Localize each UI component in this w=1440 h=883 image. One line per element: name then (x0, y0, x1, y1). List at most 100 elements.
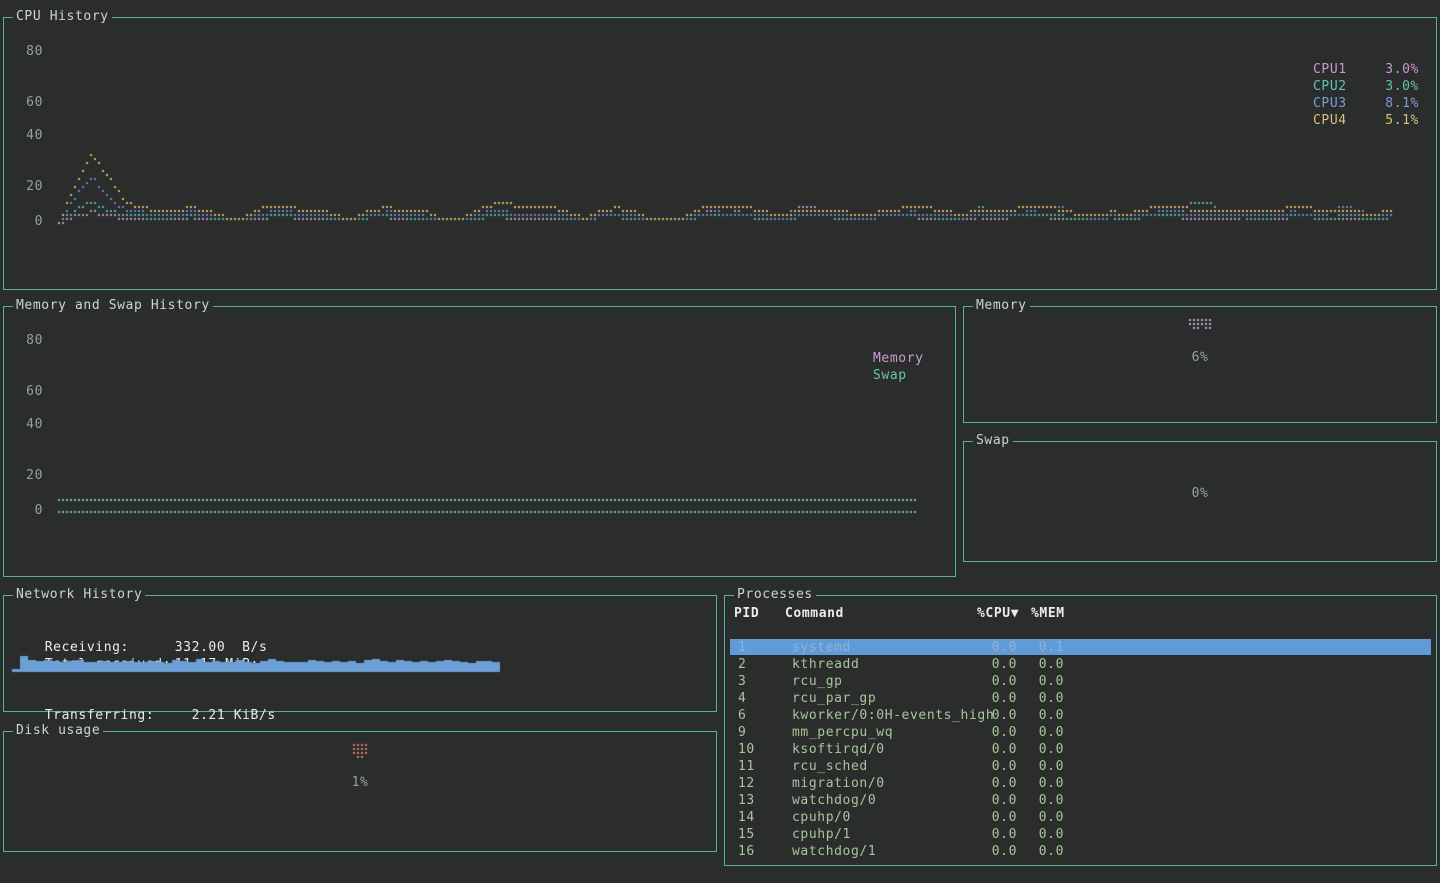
process-pid: 12 (738, 775, 755, 792)
process-cpu: 0.0 (977, 792, 1017, 809)
memswap-history-tick-40: 40 (17, 417, 43, 433)
memory-gauge-panel: Memory 6% (963, 306, 1437, 423)
column-header-mem[interactable]: %MEM (1031, 605, 1064, 622)
process-command: kthreadd (792, 656, 859, 673)
process-command: cpuhp/0 (792, 809, 851, 826)
cpu-history-tick-80: 80 (17, 44, 43, 60)
process-row-systemd[interactable]: 1 systemd 0.0 0.1 (725, 639, 1436, 656)
process-mem: 0.0 (1031, 707, 1064, 724)
process-command: systemd (792, 639, 851, 656)
network-transferring-label: Transferring: (45, 707, 175, 724)
process-command: ksoftirqd/0 (792, 741, 885, 758)
process-command: rcu_gp (792, 673, 843, 690)
process-row-ksoftirqd/0[interactable]: 10 ksoftirqd/0 0.0 0.0 (725, 741, 1436, 758)
column-header-pid[interactable]: PID (734, 605, 759, 622)
process-mem: 0.0 (1031, 741, 1064, 758)
disk-usage-percent: 1% (4, 775, 716, 791)
process-row-rcu_sched[interactable]: 11 rcu_sched 0.0 0.0 (725, 758, 1436, 775)
memswap-history-tick-60: 60 (17, 384, 43, 400)
process-pid: 15 (738, 826, 755, 843)
network-transferring-value: 2.21 KiB/s (175, 708, 276, 723)
cpu-history-panel: CPU History 806040200 CPU13.0%CPU23.0%CP… (3, 17, 1437, 290)
process-cpu: 0.0 (977, 639, 1017, 656)
memswap-legend-item-swap: Swap (873, 368, 924, 385)
process-mem: 0.1 (1031, 639, 1064, 656)
memswap-history-chart (4, 307, 955, 576)
process-mem: 0.0 (1031, 724, 1064, 741)
process-command: rcu_par_gp (792, 690, 876, 707)
process-mem: 0.0 (1031, 690, 1064, 707)
process-row-watchdog/0[interactable]: 13watchdog/00.00.0 (725, 792, 1436, 809)
column-header-cpu-sorted[interactable]: %CPU▼ (977, 605, 1017, 622)
process-pid: 3 (738, 673, 746, 690)
process-command: rcu_sched (792, 758, 868, 775)
process-pid: 4 (738, 690, 746, 707)
column-header-command[interactable]: Command (785, 605, 844, 622)
process-pid: 1 (738, 639, 746, 656)
process-command: watchdog/0 (792, 792, 876, 809)
cpu-history-chart (4, 18, 1436, 289)
cpu-history-tick-40: 40 (17, 128, 43, 144)
cpu-history-tick-0: 0 (17, 214, 43, 230)
process-mem: 0.0 (1031, 826, 1064, 843)
process-row-mm_percpu_wq[interactable]: 9 mm_percpu_wq 0.0 0.0 (725, 724, 1436, 741)
memswap-history-tick-80: 80 (17, 333, 43, 349)
process-mem: 0.0 (1031, 758, 1064, 775)
process-cpu: 0.0 (977, 741, 1017, 758)
memswap-history-panel: Memory and Swap History 806040200 Memory… (3, 306, 956, 577)
process-pid: 9 (738, 724, 746, 741)
process-mem: 0.0 (1031, 792, 1064, 809)
process-cpu: 0.0 (977, 775, 1017, 792)
process-cpu: 0.0 (977, 758, 1017, 775)
process-row-kthreadd[interactable]: 2 kthreadd 0.0 0.0 (725, 656, 1436, 673)
process-cpu: 0.0 (977, 809, 1017, 826)
process-mem: 0.0 (1031, 775, 1064, 792)
process-pid: 10 (738, 741, 755, 758)
process-pid: 14 (738, 809, 755, 826)
process-command: kworker/0:0H-events_high (792, 707, 994, 724)
memory-gauge-percent: 6% (964, 350, 1436, 366)
process-cpu: 0.0 (977, 843, 1017, 860)
process-row-cpuhp/0[interactable]: 14cpuhp/00.00.0 (725, 809, 1436, 826)
process-row-cpuhp/1[interactable]: 15 cpuhp/1 0.0 0.0 (725, 826, 1436, 843)
process-mem: 0.0 (1031, 673, 1064, 690)
process-row-kworker/0:0H-events_high[interactable]: 6kworker/0:0H-events_high0.00.0 (725, 707, 1436, 724)
processes-title: Processes (734, 587, 816, 603)
process-mem: 0.0 (1031, 656, 1064, 673)
cpu-legend: CPU13.0%CPU23.0%CPU38.1%CPU45.1% (1313, 62, 1419, 130)
process-command: watchdog/1 (792, 843, 876, 860)
process-row-rcu_gp[interactable]: 3 rcu_gp 0.0 0.0 (725, 673, 1436, 690)
memswap-history-tick-20: 20 (17, 468, 43, 484)
memswap-legend-item-memory: Memory (873, 351, 924, 368)
swap-gauge-panel: Swap 0% (963, 441, 1437, 562)
system-monitor-screen: { "colors": { "background": "#2b2d2c", "… (0, 0, 1440, 883)
process-cpu: 0.0 (977, 656, 1017, 673)
process-command: cpuhp/1 (792, 826, 851, 843)
process-cpu: 0.0 (977, 673, 1017, 690)
cpu-history-tick-60: 60 (17, 95, 43, 111)
process-command: migration/0 (792, 775, 885, 792)
processes-header: PID Command %CPU▼ %MEM (725, 605, 1436, 622)
process-pid: 11 (738, 758, 755, 775)
memory-gauge-donut (964, 307, 1436, 347)
process-row-watchdog/1[interactable]: 16 watchdog/1 0.0 0.0 (725, 843, 1436, 860)
process-command: mm_percpu_wq (792, 724, 893, 741)
process-cpu: 0.0 (977, 690, 1017, 707)
memswap-legend: MemorySwap (873, 351, 924, 385)
process-mem: 0.0 (1031, 843, 1064, 860)
process-pid: 16 (738, 843, 755, 860)
process-cpu: 0.0 (977, 826, 1017, 843)
disk-usage-panel: Disk usage 1% (3, 731, 717, 852)
processes-panel: Processes PID Command %CPU▼ %MEM 1system… (724, 595, 1437, 866)
swap-gauge-percent: 0% (964, 486, 1436, 502)
cpu-legend-item-cpu1: CPU13.0% (1313, 62, 1419, 79)
process-pid: 2 (738, 656, 746, 673)
cpu-legend-item-cpu3: CPU38.1% (1313, 96, 1419, 113)
disk-usage-donut (4, 732, 716, 772)
memswap-history-tick-0: 0 (17, 503, 43, 519)
process-row-rcu_par_gp[interactable]: 4 rcu_par_gp 0.0 0.0 (725, 690, 1436, 707)
process-row-migration/0[interactable]: 12 migration/0 0.0 0.0 (725, 775, 1436, 792)
process-cpu: 0.0 (977, 724, 1017, 741)
cpu-history-tick-20: 20 (17, 179, 43, 195)
cpu-legend-item-cpu4: CPU45.1% (1313, 113, 1419, 130)
